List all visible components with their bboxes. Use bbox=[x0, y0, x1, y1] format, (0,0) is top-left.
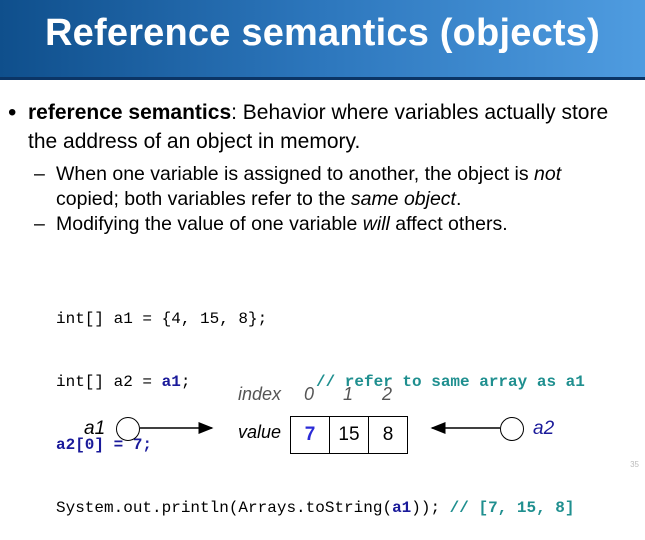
title-bar: Reference semantics (objects) bbox=[0, 0, 645, 80]
sub2-post: affect others. bbox=[389, 213, 508, 235]
sub1-pre: When one variable is assigned to another… bbox=[56, 163, 535, 185]
sub-bullet-1-text: When one variable is assigned to another… bbox=[56, 162, 616, 212]
sub1-em-same-object: same object bbox=[350, 188, 456, 210]
code-line-4-comment: // [7, 15, 8] bbox=[449, 499, 575, 517]
reference-arrows bbox=[140, 422, 500, 434]
dash-icon: – bbox=[34, 213, 45, 235]
code-line-4-keyword: a1 bbox=[392, 499, 412, 517]
code-line-1: int[] a1 = {4, 15, 8}; bbox=[56, 309, 641, 330]
slide-title: Reference semantics (objects) bbox=[45, 12, 600, 54]
sub1-em-not: not bbox=[534, 163, 562, 185]
page-number: 35 bbox=[630, 460, 639, 469]
sub2-em-will: will bbox=[362, 213, 390, 235]
bullet-text: reference semantics: Behavior where vari… bbox=[28, 98, 638, 156]
code-line-4-pre: System.out.println(Arrays.toString( bbox=[56, 499, 393, 517]
sub-bullet-2-text: Modifying the value of one variable will… bbox=[56, 212, 616, 237]
sub1-post: . bbox=[455, 188, 462, 210]
code-line-1-text: int[] a1 = {4, 15, 8}; bbox=[56, 310, 268, 328]
sub2-pre: Modifying the value of one variable bbox=[56, 213, 363, 235]
a1-reference-circle bbox=[116, 417, 140, 441]
array-diagram: index 0 1 2 value 7 15 8 a1 a2 bbox=[0, 378, 645, 471]
a2-reference-circle bbox=[500, 417, 524, 441]
bullet-dot-icon: • bbox=[8, 99, 17, 126]
bullet-term: reference semantics bbox=[28, 101, 232, 124]
code-line-4-post: )); bbox=[411, 499, 450, 517]
code-line-4: System.out.println(Arrays.toString(a1));… bbox=[56, 498, 641, 519]
dash-icon: – bbox=[34, 163, 45, 185]
sub1-mid: copied; both variables refer to the bbox=[56, 188, 351, 210]
